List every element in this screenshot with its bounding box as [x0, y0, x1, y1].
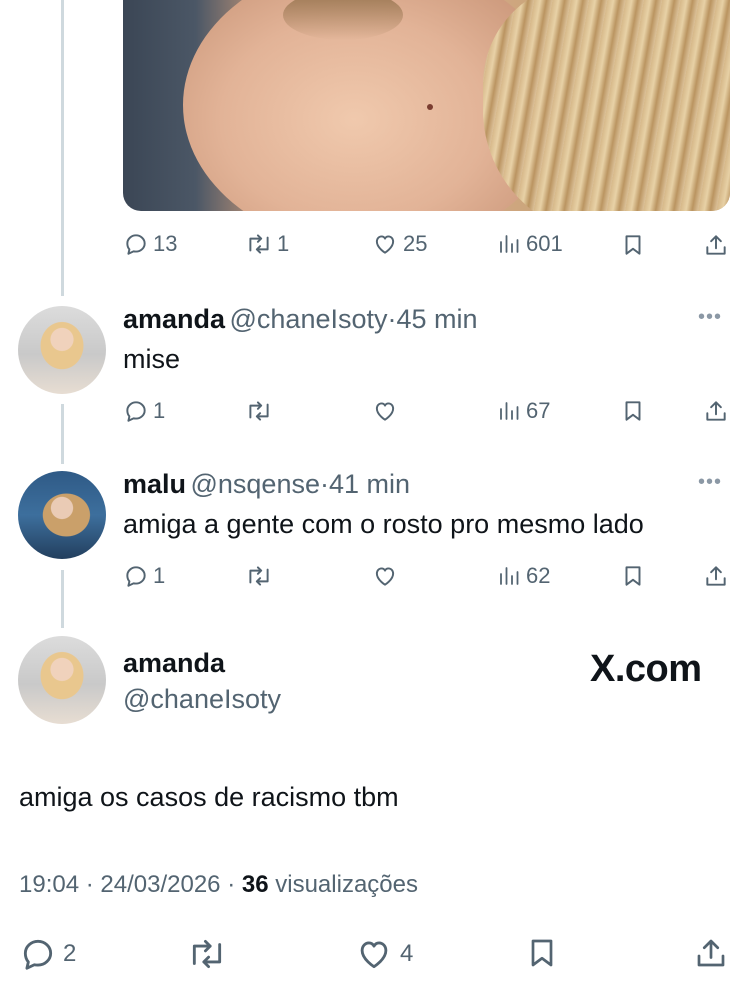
reply-button[interactable]: 1 — [123, 398, 165, 424]
post-text: amiga os casos de racismo tbm — [19, 782, 399, 812]
share-button[interactable] — [693, 933, 729, 973]
repost-button[interactable]: 1 — [245, 231, 289, 257]
heart-icon — [375, 567, 395, 586]
avatar[interactable] — [18, 306, 106, 394]
separator: · — [319, 469, 329, 499]
post-date[interactable]: 24/03/2026 — [100, 871, 220, 898]
repost-button[interactable] — [186, 935, 228, 973]
like-count: 4 — [400, 940, 414, 967]
bookmark-button[interactable] — [620, 397, 646, 425]
avatar[interactable] — [18, 636, 106, 724]
views-count: 601 — [526, 231, 563, 256]
bookmark-button[interactable] — [620, 562, 646, 590]
bookmark-icon — [531, 939, 553, 967]
reply-text: amiga a gente com o rosto pro mesmo lado — [123, 509, 644, 539]
repost-icon — [249, 401, 269, 421]
repost-icon — [249, 566, 269, 586]
reply-header: amanda @chaneIsoty·45 min — [123, 304, 478, 335]
brand-watermark: X.com — [590, 648, 702, 690]
display-name[interactable]: amanda — [123, 304, 225, 334]
reply-count: 13 — [153, 231, 178, 256]
views-count: 36 — [241, 871, 269, 898]
like-button[interactable]: 4 — [354, 935, 413, 973]
heart-icon — [375, 235, 395, 254]
share-icon — [706, 566, 726, 586]
heart-icon — [360, 941, 388, 969]
repost-count: 1 — [277, 231, 290, 256]
reply-icon — [23, 939, 53, 970]
post-time[interactable]: 19:04 — [19, 871, 79, 898]
repost-icon — [192, 939, 222, 969]
reply-count: 1 — [153, 398, 166, 423]
more-icon[interactable]: ••• — [698, 306, 722, 329]
share-icon — [706, 235, 726, 255]
reply-icon — [126, 566, 146, 587]
separator: · — [227, 871, 236, 898]
reply-count: 1 — [153, 563, 166, 588]
post-media-image[interactable] — [123, 0, 730, 211]
bookmark-icon — [625, 566, 641, 586]
photo-hair — [483, 0, 730, 211]
views-count: 67 — [526, 398, 551, 423]
share-button[interactable] — [703, 562, 729, 590]
like-count: 25 — [403, 231, 428, 256]
post-meta: 19:04 · 24/03/2026 · 36 visualizações — [19, 871, 418, 899]
share-button[interactable] — [703, 231, 729, 259]
more-icon[interactable]: ••• — [698, 471, 722, 494]
share-button[interactable] — [703, 397, 729, 425]
heart-icon — [375, 402, 395, 421]
display-name[interactable]: amanda — [123, 648, 225, 679]
thread-line — [61, 570, 64, 628]
views-button[interactable]: 62 — [497, 563, 550, 589]
reply-count: 2 — [63, 940, 77, 967]
repost-button[interactable] — [245, 398, 273, 424]
avatar[interactable] — [18, 471, 106, 559]
bookmark-icon — [625, 235, 641, 255]
share-icon — [697, 939, 725, 967]
display-name[interactable]: malu — [123, 469, 186, 499]
like-button[interactable] — [371, 563, 399, 589]
reply-icon — [126, 401, 146, 422]
reply-button[interactable]: 13 — [123, 231, 177, 257]
bookmark-button[interactable] — [620, 231, 646, 259]
reply-header: malu @nsqense·41 min — [123, 469, 410, 500]
views-count: 62 — [526, 563, 551, 588]
reply-text: mise — [123, 344, 181, 374]
views-icon — [500, 402, 519, 420]
share-icon — [706, 401, 726, 421]
user-handle[interactable]: @nsqense — [190, 469, 320, 499]
reply-icon — [126, 234, 146, 255]
timestamp[interactable]: 41 min — [329, 469, 410, 499]
photo-detail — [427, 104, 433, 110]
timestamp[interactable]: 45 min — [397, 304, 478, 334]
like-button[interactable] — [371, 398, 399, 424]
user-handle[interactable]: @chaneIsoty — [230, 304, 388, 334]
thread-line — [61, 0, 64, 296]
bookmark-icon — [625, 401, 641, 421]
repost-icon — [249, 234, 269, 254]
views-icon — [500, 235, 519, 253]
views-icon — [500, 567, 519, 585]
thread-line — [61, 404, 64, 464]
repost-button[interactable] — [245, 563, 273, 589]
reply-button[interactable]: 2 — [19, 935, 76, 973]
like-button[interactable]: 25 — [371, 231, 427, 257]
views-button[interactable]: 67 — [497, 398, 550, 424]
separator: · — [85, 871, 94, 898]
views-label: visualizações — [275, 871, 418, 898]
separator: · — [387, 304, 397, 334]
views-button[interactable]: 601 — [497, 231, 563, 257]
reply-button[interactable]: 1 — [123, 563, 165, 589]
user-handle[interactable]: @chaneIsoty — [123, 684, 281, 715]
bookmark-button[interactable] — [524, 933, 560, 973]
